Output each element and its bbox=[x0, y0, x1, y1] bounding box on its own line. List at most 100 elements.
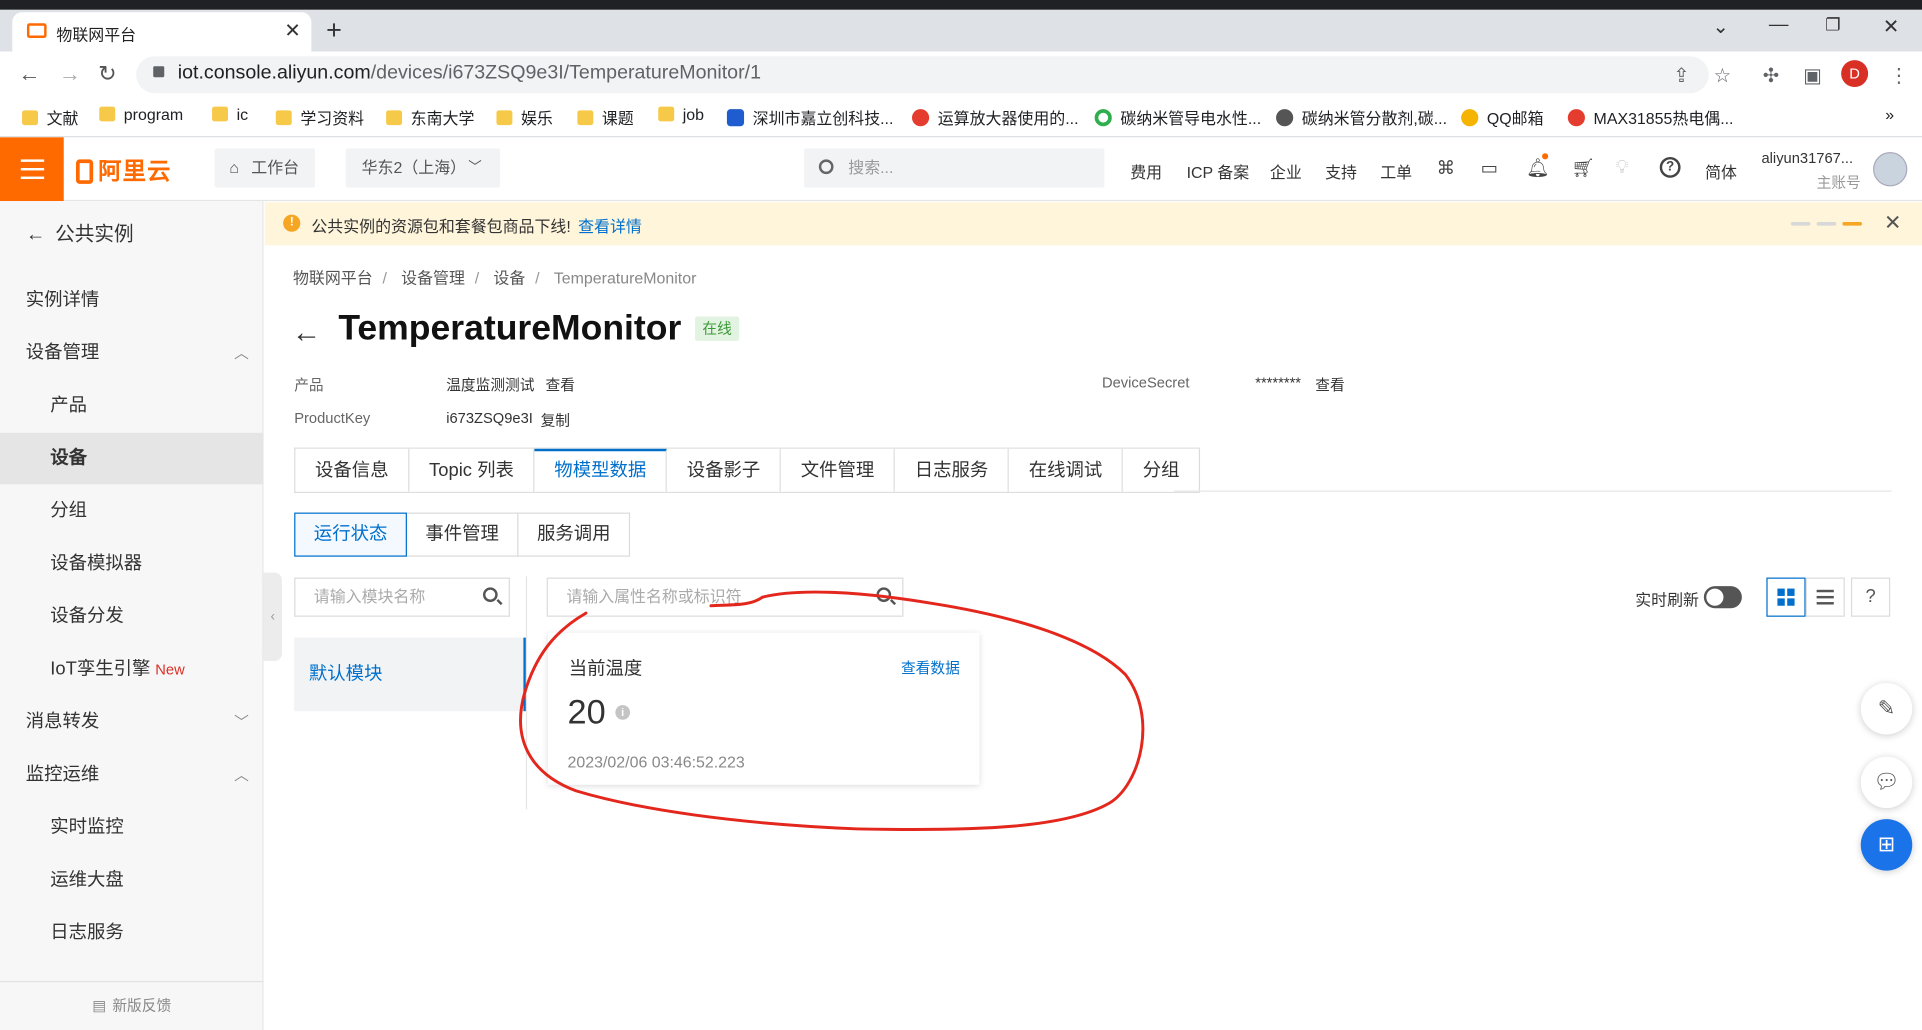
realtime-refresh-toggle[interactable] bbox=[1703, 586, 1742, 609]
share-icon[interactable]: ⇪ bbox=[1673, 64, 1689, 89]
grid-view-button[interactable] bbox=[1766, 577, 1806, 617]
close-tab-icon[interactable]: ✕ bbox=[284, 18, 300, 43]
sidebar-item-instance-details[interactable]: 实例详情 bbox=[0, 275, 264, 327]
close-window-icon[interactable]: ✕ bbox=[1883, 15, 1899, 40]
restore-icon[interactable]: ❐ bbox=[1825, 15, 1840, 36]
sidebar-item-realtime-monitor[interactable]: 实时监控 bbox=[0, 802, 264, 854]
bookmark-star-icon[interactable]: ☆ bbox=[1714, 64, 1732, 89]
tab-file-management[interactable]: 文件管理 bbox=[781, 448, 896, 492]
product-view-link[interactable]: 查看 bbox=[545, 374, 574, 395]
subtab-event-management[interactable]: 事件管理 bbox=[405, 512, 519, 557]
header-link-icp[interactable]: ICP 备案 bbox=[1187, 159, 1250, 182]
sidebar-collapse-handle[interactable]: ‹ bbox=[263, 572, 282, 661]
minimize-icon[interactable]: — bbox=[1769, 15, 1789, 37]
profile-avatar[interactable]: D bbox=[1841, 60, 1869, 88]
language-switch[interactable]: 简体 bbox=[1705, 159, 1737, 182]
notice-pager-dot-active[interactable] bbox=[1842, 221, 1862, 226]
bookmark-folder[interactable]: ic bbox=[212, 105, 248, 127]
devicesecret-view-link[interactable]: 查看 bbox=[1315, 374, 1344, 395]
menu-icon[interactable] bbox=[0, 137, 64, 202]
code-icon[interactable]: ⌘ bbox=[1437, 157, 1455, 179]
tab-search-icon[interactable]: ⌄ bbox=[1712, 15, 1728, 40]
extensions-icon[interactable]: ✣ bbox=[1763, 64, 1779, 89]
side-panel-icon[interactable]: ▣ bbox=[1803, 64, 1822, 89]
bookmark-folder[interactable]: 文献 bbox=[22, 105, 78, 128]
notice-details-link[interactable]: 查看详情 bbox=[578, 217, 642, 235]
bookmark-folder[interactable]: program bbox=[99, 105, 183, 127]
region-select[interactable]: 华东2（上海） ﹀ bbox=[345, 148, 501, 188]
module-item-default[interactable]: 默认模块 bbox=[294, 637, 525, 712]
apps-float-button[interactable]: ⊞ bbox=[1860, 819, 1913, 871]
tab-thing-model-data[interactable]: 物模型数据 bbox=[534, 448, 668, 492]
back-icon[interactable]: ← bbox=[18, 61, 40, 87]
aliyun-logo[interactable]: 阿里云 bbox=[75, 153, 172, 186]
bookmark-folder[interactable]: job bbox=[658, 105, 704, 127]
view-data-link[interactable]: 查看数据 bbox=[901, 657, 960, 678]
tab-log-service[interactable]: 日志服务 bbox=[895, 448, 1010, 492]
sidebar-item-device-distribution[interactable]: 设备分发 bbox=[0, 591, 264, 643]
header-link-enterprise[interactable]: 企业 bbox=[1270, 159, 1302, 182]
bookmark-link[interactable]: 碳纳米管分散剂,碳... bbox=[1276, 105, 1447, 128]
tab-device-info[interactable]: 设备信息 bbox=[295, 448, 410, 492]
tab-group[interactable]: 分组 bbox=[1123, 448, 1201, 492]
sidebar-item-device-management[interactable]: 设备管理 ︿ bbox=[0, 327, 264, 379]
user-avatar[interactable] bbox=[1873, 152, 1908, 187]
lightbulb-icon[interactable]: 💡︎ bbox=[1616, 157, 1629, 178]
sidebar-item-log-service[interactable]: 日志服务 bbox=[0, 907, 264, 959]
property-search-input[interactable]: 请输入属性名称或标识符 bbox=[546, 577, 904, 617]
bookmark-link[interactable]: 碳纳米管导电水性... bbox=[1094, 105, 1261, 128]
header-link-ticket[interactable]: 工单 bbox=[1380, 159, 1412, 182]
sidebar-item-message-forwarding[interactable]: 消息转发 ﹀ bbox=[0, 696, 264, 748]
more-bookmarks-icon[interactable]: » bbox=[1885, 105, 1894, 127]
breadcrumb-device-management[interactable]: 设备管理 bbox=[401, 269, 465, 287]
sidebar-item-monitoring[interactable]: 监控运维 ︿ bbox=[0, 749, 264, 801]
browser-menu-icon[interactable]: ⋮ bbox=[1889, 64, 1909, 89]
module-search-input[interactable]: 请输入模块名称 bbox=[294, 577, 510, 617]
notice-pager-dot[interactable] bbox=[1790, 221, 1811, 226]
console-search-input[interactable]: 搜索... bbox=[804, 148, 1105, 188]
sidebar-item-ops-dashboard[interactable]: 运维大盘 bbox=[0, 855, 264, 907]
close-notice-icon[interactable]: ✕ bbox=[1884, 211, 1901, 236]
info-icon[interactable]: i bbox=[615, 705, 631, 720]
workbench-button[interactable]: ⌂ 工作台 bbox=[214, 148, 316, 188]
bookmark-link[interactable]: 深圳市嘉立创科技... bbox=[726, 105, 893, 128]
notice-pager-dot[interactable] bbox=[1816, 221, 1837, 226]
bookmark-folder[interactable]: 课题 bbox=[577, 105, 634, 128]
page-back-icon[interactable]: ← bbox=[292, 316, 321, 350]
header-link-support[interactable]: 支持 bbox=[1325, 159, 1357, 182]
cart-icon[interactable]: 🛒︎ bbox=[1571, 157, 1594, 179]
edit-float-button[interactable]: ✎ bbox=[1860, 682, 1913, 735]
notification-bell-icon[interactable]: 🔔︎ bbox=[1526, 157, 1549, 179]
bookmark-link[interactable]: MAX31855热电偶... bbox=[1567, 105, 1733, 128]
username[interactable]: aliyun31767... bbox=[1761, 150, 1853, 167]
url-text[interactable]: iot.console.aliyun.com/devices/i673ZSQ9e… bbox=[178, 63, 761, 85]
terminal-icon[interactable]: ▭ bbox=[1481, 157, 1498, 179]
bookmark-link[interactable]: 运算放大器使用的... bbox=[911, 105, 1079, 128]
header-link-fees[interactable]: 费用 bbox=[1130, 159, 1162, 182]
sidebar-item-device[interactable]: 设备 bbox=[0, 432, 264, 485]
tab-online-debug[interactable]: 在线调试 bbox=[1009, 448, 1124, 492]
breadcrumb-iot-platform[interactable]: 物联网平台 bbox=[293, 269, 373, 287]
bookmark-folder[interactable]: 东南大学 bbox=[386, 105, 474, 128]
bookmark-link[interactable]: QQ邮箱 bbox=[1461, 105, 1544, 128]
sidebar-item-device-simulator[interactable]: 设备模拟器 bbox=[0, 538, 264, 590]
tab-topic-list[interactable]: Topic 列表 bbox=[409, 448, 535, 492]
tab-device-shadow[interactable]: 设备影子 bbox=[667, 448, 782, 492]
subtab-running-state[interactable]: 运行状态 bbox=[294, 512, 407, 557]
help-icon[interactable]: ? bbox=[1659, 156, 1681, 178]
sidebar-item-iot-twin-engine[interactable]: IoT孪生引擎 New bbox=[0, 644, 264, 696]
new-tab-icon[interactable]: + bbox=[326, 15, 342, 47]
sidebar-back-public-instance[interactable]: ← 公共实例 bbox=[0, 210, 264, 262]
help-button[interactable]: ? bbox=[1850, 577, 1891, 617]
bookmark-folder[interactable]: 学习资料 bbox=[275, 105, 364, 128]
breadcrumb-device[interactable]: 设备 bbox=[493, 269, 525, 287]
sidebar-item-group[interactable]: 分组 bbox=[0, 486, 264, 538]
feedback-button[interactable]: ▤ 新版反馈 bbox=[0, 980, 264, 1030]
sidebar-item-product[interactable]: 产品 bbox=[0, 380, 264, 432]
bookmark-folder[interactable]: 娱乐 bbox=[496, 105, 553, 128]
forward-icon[interactable]: → bbox=[59, 61, 81, 87]
productkey-copy-link[interactable]: 复制 bbox=[541, 410, 570, 431]
subtab-service-call[interactable]: 服务调用 bbox=[517, 512, 631, 557]
browser-tab[interactable]: 物联网平台 ✕ bbox=[12, 12, 312, 52]
chat-float-button[interactable]: 💬︎ bbox=[1860, 756, 1913, 809]
